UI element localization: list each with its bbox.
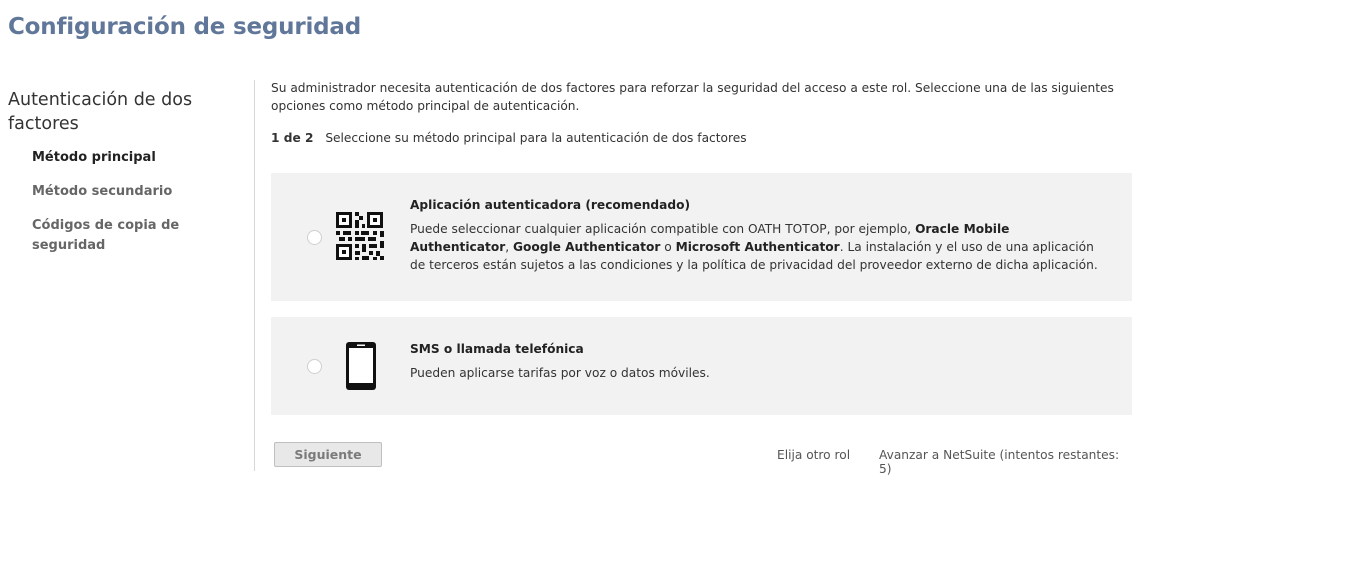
authenticator-app-text: Aplicación autenticadora (recomendado) P…: [410, 198, 1110, 274]
step-number: 1 de 2: [271, 131, 314, 145]
step-description: Seleccione su método principal para la a…: [325, 131, 747, 145]
smartphone-icon: [345, 341, 377, 396]
desc-part: o: [660, 240, 676, 254]
step-indicator: 1 de 2 Seleccione su método principal pa…: [271, 131, 1132, 145]
sms-call-text: SMS o llamada telefónica Pueden aplicars…: [410, 342, 1110, 382]
intro-text: Su administrador necesita autenticación …: [271, 81, 1114, 113]
google-app-name: Google Authenticator: [512, 240, 661, 254]
main-content: Su administrador necesita autenticación …: [271, 79, 1132, 476]
page-title: Configuración de seguridad: [8, 14, 362, 40]
vertical-divider: [254, 80, 255, 471]
desc-part: Puede seleccionar cualquier aplicación c…: [410, 222, 916, 236]
sms-call-title: SMS o llamada telefónica: [410, 342, 584, 356]
next-button[interactable]: Siguiente: [274, 442, 382, 467]
sidebar: Autenticación de dos factores Método pri…: [8, 88, 244, 253]
option-sms-call[interactable]: SMS o llamada telefónica Pueden aplicars…: [271, 317, 1132, 415]
authenticator-app-radio[interactable]: [307, 230, 322, 245]
authenticator-app-description: Puede seleccionar cualquier aplicación c…: [410, 220, 1110, 274]
desc-part: ,: [505, 240, 513, 254]
sms-call-description: Pueden aplicarse tarifas por voz o datos…: [410, 366, 710, 380]
option-authenticator-app[interactable]: Aplicación autenticadora (recomendado) P…: [271, 173, 1132, 301]
choose-other-role-link[interactable]: Elija otro rol: [777, 448, 850, 462]
authenticator-app-title: Aplicación autenticadora (recomendado): [410, 198, 691, 212]
sidebar-heading: Autenticación de dos factores: [8, 90, 193, 134]
sidebar-step-secondary-method: Método secundario: [32, 184, 173, 199]
microsoft-app-name: Microsoft Authenticator: [675, 240, 840, 254]
qr-code-icon: [335, 211, 387, 268]
sms-call-radio[interactable]: [307, 359, 322, 374]
sidebar-step-backup-codes: Códigos de copia de seguridad: [32, 218, 180, 253]
skip-to-netsuite-link[interactable]: Avanzar a NetSuite (intentos restantes: …: [879, 448, 1132, 476]
sidebar-step-primary-method: Método principal: [32, 150, 156, 165]
